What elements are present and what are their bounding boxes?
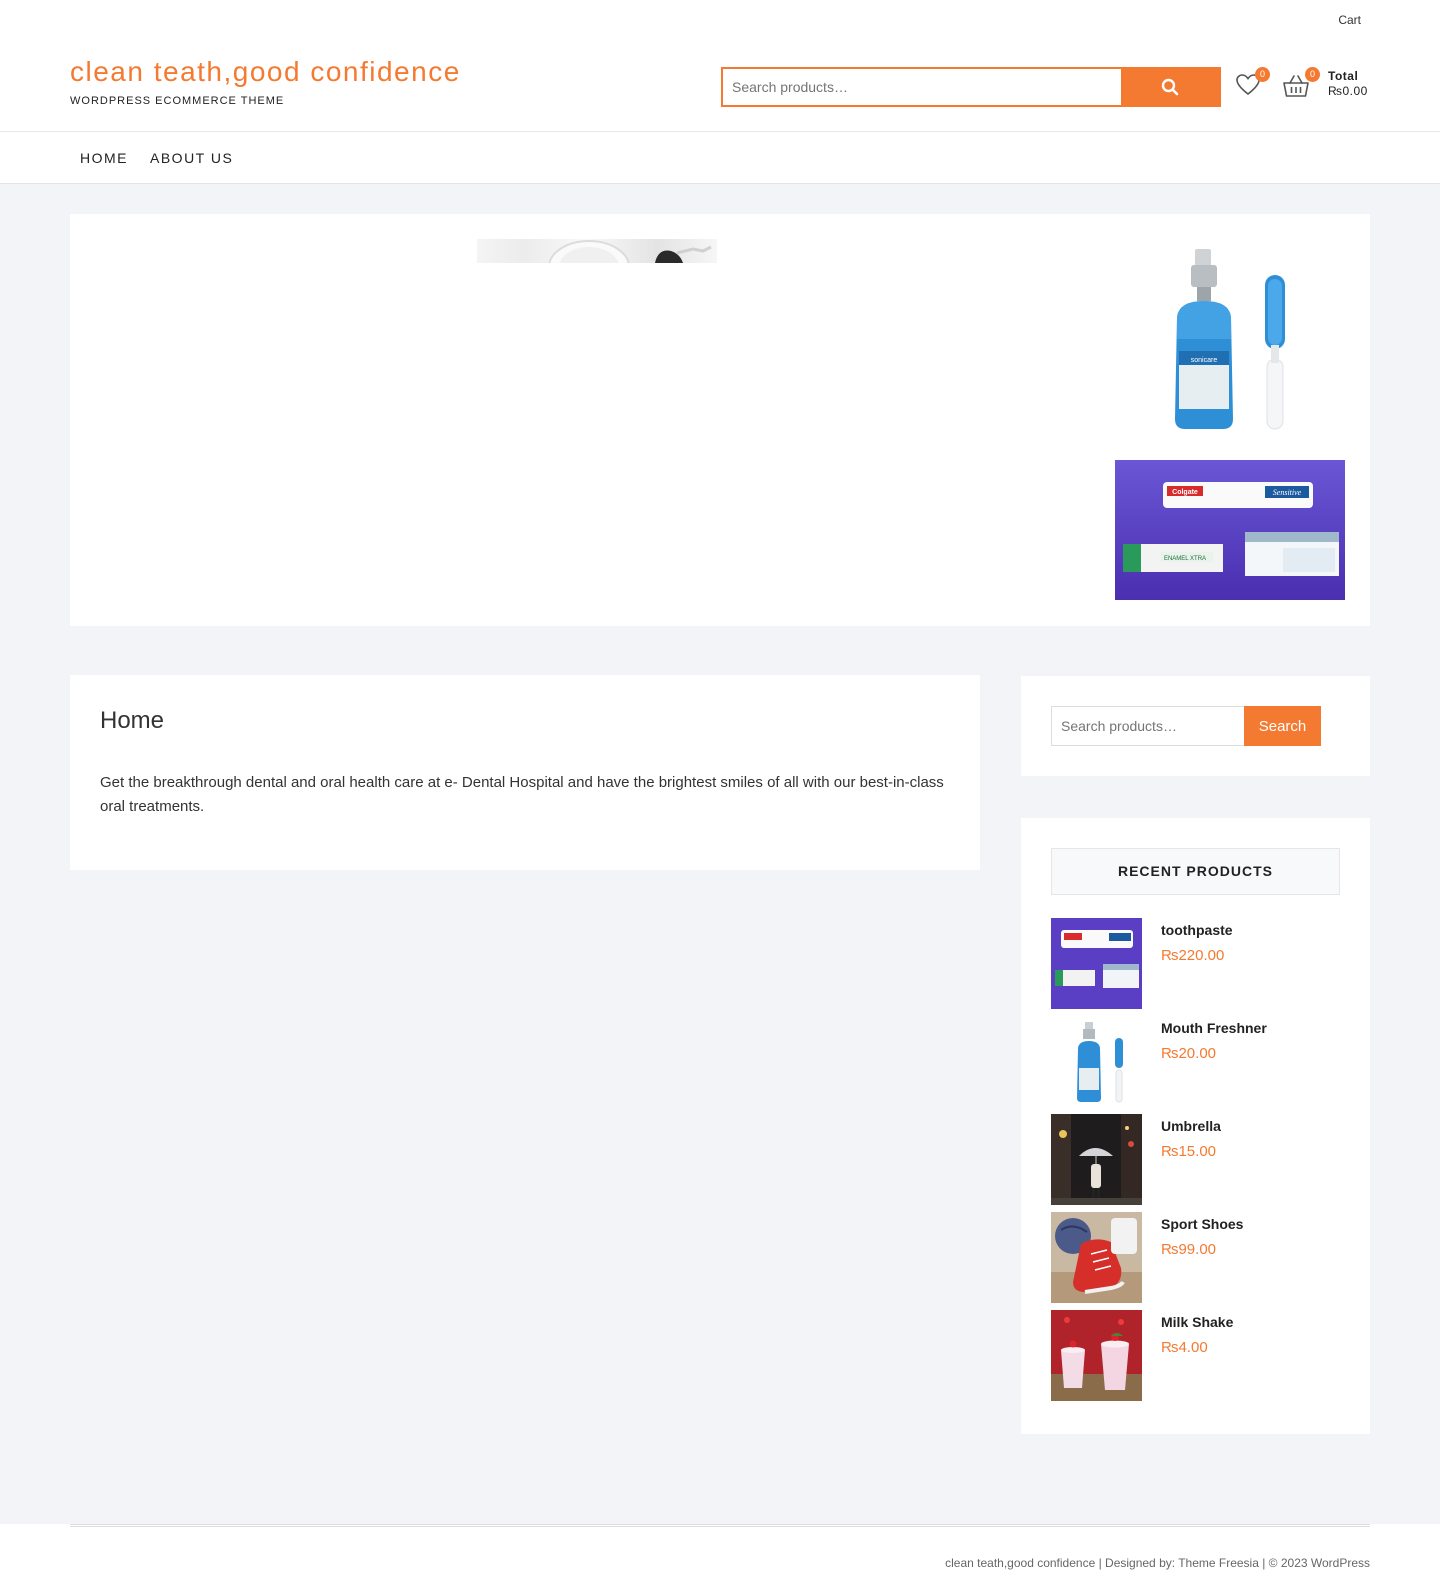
page-content: Home Get the breakthrough dental and ora… [70, 675, 980, 870]
product-price: ₨220.00 [1161, 947, 1225, 964]
mouthwash-promo-image[interactable]: sonicare [1115, 239, 1345, 439]
main-navigation: HOME ABOUT US [0, 132, 1440, 184]
svg-text:Sensitive: Sensitive [1273, 488, 1302, 497]
recent-products-title: RECENT PRODUCTS [1051, 848, 1340, 895]
nav-item-home[interactable]: HOME [80, 150, 128, 166]
sidebar-search-input[interactable] [1051, 706, 1245, 746]
cart-total-label: Total [1328, 69, 1359, 83]
product-name[interactable]: Milk Shake [1161, 1314, 1233, 1330]
cart-count-badge: 0 [1305, 67, 1320, 82]
site-description: WORDPRESS ECOMMERCE THEME [70, 95, 285, 107]
header-search-button[interactable] [1121, 69, 1219, 105]
umbrella-thumb[interactable] [1051, 1114, 1142, 1205]
svg-text:ENAMEL XTRA: ENAMEL XTRA [1164, 556, 1206, 562]
site-header: Cart clean teath,good confidence WORDPRE… [0, 0, 1440, 132]
sport-shoes-thumb[interactable] [1051, 1212, 1142, 1303]
product-price: ₨15.00 [1161, 1143, 1216, 1160]
hero-banner: sonicare Colgate Sensitive ENAMEL XTRA [70, 214, 1370, 626]
product-name[interactable]: Mouth Freshner [1161, 1020, 1267, 1036]
wishlist-count-badge: 0 [1255, 67, 1270, 82]
product-name[interactable]: toothpaste [1161, 922, 1233, 938]
nav-item-about-us[interactable]: ABOUT US [150, 150, 233, 166]
page-title: Home [100, 707, 165, 734]
product-name[interactable]: Sport Shoes [1161, 1216, 1243, 1232]
site-title[interactable]: clean teath,good confidence [70, 56, 461, 88]
toothpaste-thumb[interactable] [1051, 918, 1142, 1009]
list-item[interactable]: toothpaste ₨220.00 [1051, 918, 1340, 1010]
list-item[interactable]: Umbrella ₨15.00 [1051, 1114, 1340, 1206]
list-item[interactable]: Sport Shoes ₨99.00 [1051, 1212, 1340, 1304]
footer-divider [70, 1524, 1370, 1527]
top-cart-link[interactable]: Cart [1338, 13, 1361, 27]
search-icon [1161, 78, 1179, 96]
product-price: ₨4.00 [1161, 1339, 1208, 1356]
list-item[interactable]: Mouth Freshner ₨20.00 [1051, 1016, 1340, 1108]
product-name[interactable]: Umbrella [1161, 1118, 1221, 1134]
sidebar-search-button[interactable]: Search [1244, 706, 1321, 746]
header-search-input[interactable] [723, 69, 1123, 105]
svg-text:sonicare: sonicare [1191, 357, 1218, 364]
slider-image-strip [477, 239, 717, 263]
svg-text:Colgate: Colgate [1172, 489, 1198, 496]
cart-total-value[interactable]: ₨0.00 [1328, 84, 1368, 98]
header-search-form [721, 67, 1221, 107]
list-item[interactable]: Milk Shake ₨4.00 [1051, 1310, 1340, 1402]
recent-products-widget: RECENT PRODUCTS toothpaste ₨220.00 Mouth… [1021, 818, 1370, 1434]
mouth-freshner-thumb[interactable] [1051, 1016, 1142, 1107]
milk-shake-thumb[interactable] [1051, 1310, 1142, 1401]
product-price: ₨20.00 [1161, 1045, 1216, 1062]
footer-credits: clean teath,good confidence | Designed b… [945, 1556, 1370, 1570]
site-footer: clean teath,good confidence | Designed b… [0, 1524, 1440, 1592]
toothpaste-promo-image[interactable]: Colgate Sensitive ENAMEL XTRA [1115, 460, 1345, 600]
sidebar-search-widget: Search [1021, 676, 1370, 776]
product-price: ₨99.00 [1161, 1241, 1216, 1258]
page-body-text: Get the breakthrough dental and oral hea… [100, 774, 944, 815]
